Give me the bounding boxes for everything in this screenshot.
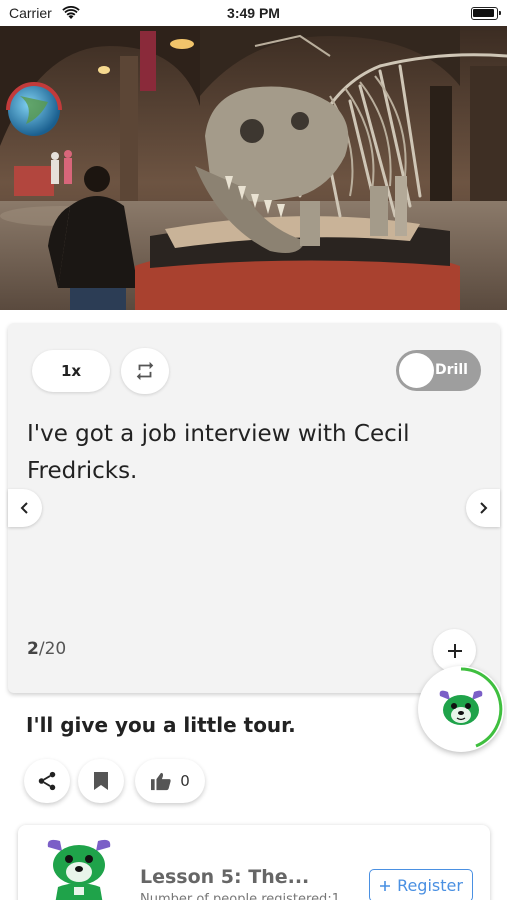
sentence-card: 1x Drill I've got a job interview with C… xyxy=(8,323,500,693)
counter-total: /20 xyxy=(38,639,67,659)
status-bar: Carrier 3:49 PM xyxy=(0,0,507,26)
chevron-right-icon xyxy=(480,502,488,514)
bookmark-button[interactable] xyxy=(78,759,124,803)
mascot-icon xyxy=(47,839,111,900)
lesson-card[interactable]: Lesson 5: The... Number of people regist… xyxy=(18,825,490,900)
drill-toggle[interactable]: Drill xyxy=(396,350,481,391)
register-label: Register xyxy=(397,876,463,895)
like-count: 0 xyxy=(180,772,190,790)
clock: 3:49 PM xyxy=(227,5,280,21)
drill-label: Drill xyxy=(435,362,468,378)
mascot-assistant-button[interactable] xyxy=(418,666,504,752)
thumbs-up-icon xyxy=(151,772,171,791)
sentence-counter: 2/20 xyxy=(27,639,66,659)
video-frame-scene xyxy=(0,26,507,310)
share-button[interactable] xyxy=(24,759,70,803)
sentence-translation: I'll give you a little tour. xyxy=(26,713,296,737)
lesson-title: Lesson 5: The... xyxy=(140,866,310,888)
previous-sentence-button[interactable] xyxy=(8,489,42,527)
battery-icon xyxy=(471,7,501,20)
counter-current: 2 xyxy=(27,639,39,659)
plus-icon xyxy=(447,643,462,658)
chevron-left-icon xyxy=(20,502,28,514)
repeat-icon xyxy=(136,361,154,381)
repeat-button[interactable] xyxy=(121,348,169,394)
playback-speed-button[interactable]: 1x xyxy=(32,350,110,392)
next-sentence-button[interactable] xyxy=(466,489,500,527)
lesson-registered-count: Number of people registered:1 xyxy=(140,892,340,900)
current-sentence[interactable]: I've got a job interview with Cecil Fred… xyxy=(27,416,467,490)
video-player[interactable] xyxy=(0,26,507,310)
plus-icon xyxy=(380,880,391,891)
mascot-icon xyxy=(439,690,483,725)
toggle-knob xyxy=(399,353,434,388)
bookmark-icon xyxy=(94,772,108,790)
like-button[interactable]: 0 xyxy=(135,759,205,803)
register-button[interactable]: Register xyxy=(369,869,473,900)
share-icon xyxy=(38,771,56,791)
